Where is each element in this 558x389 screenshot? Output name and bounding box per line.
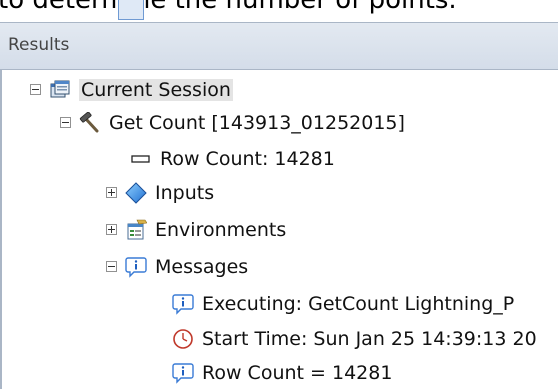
message-row-count[interactable]: Row Count = 14281 bbox=[172, 356, 392, 389]
tree-item-inputs[interactable]: Inputs bbox=[106, 176, 214, 209]
tree-item-label: Messages bbox=[155, 255, 249, 278]
panel-title: Results bbox=[8, 35, 70, 55]
tree-item-label: Inputs bbox=[155, 181, 215, 204]
results-panel-header: Results bbox=[0, 22, 558, 70]
toolbar-pressed-button[interactable] bbox=[118, 0, 144, 20]
info-message-icon bbox=[125, 256, 147, 278]
collapse-toggle[interactable] bbox=[60, 117, 71, 128]
hammer-icon bbox=[79, 111, 99, 132]
clock-icon bbox=[173, 328, 193, 349]
info-message-icon bbox=[172, 293, 194, 315]
tree-item-messages[interactable]: Messages bbox=[106, 250, 248, 283]
message-text: Row Count = 14281 bbox=[202, 361, 393, 384]
tree-item-label: Get Count [143913_01252015] bbox=[109, 111, 405, 134]
message-executing[interactable]: Executing: GetCount Lightning_P bbox=[172, 287, 514, 320]
results-tree: Current Session Get Count [143913_012520… bbox=[0, 70, 558, 389]
blue-diamond-icon bbox=[125, 181, 147, 204]
collapse-toggle[interactable] bbox=[30, 84, 41, 95]
tree-item-label: Environments bbox=[155, 218, 287, 241]
field-value-icon bbox=[131, 154, 150, 163]
tree-item-current-session[interactable]: Current Session bbox=[30, 73, 233, 106]
message-text: Executing: GetCount Lightning_P bbox=[202, 292, 515, 315]
top-cutoff-strip: to determine the number of points. bbox=[0, 0, 558, 22]
message-start-time[interactable]: Start Time: Sun Jan 25 14:39:13 20 bbox=[172, 322, 537, 355]
environment-settings-icon bbox=[127, 219, 147, 239]
tree-item-label: Current Session bbox=[79, 78, 233, 101]
expand-toggle[interactable] bbox=[106, 187, 117, 198]
tree-item-get-count[interactable]: Get Count [143913_01252015] bbox=[60, 106, 405, 139]
cutoff-document-text: to determine the number of points. bbox=[0, 0, 457, 15]
expand-toggle[interactable] bbox=[106, 224, 117, 235]
tree-item-label: Row Count: 14281 bbox=[160, 147, 335, 170]
collapse-toggle[interactable] bbox=[106, 261, 117, 272]
info-message-icon bbox=[172, 362, 194, 384]
tree-item-row-count[interactable]: Row Count: 14281 bbox=[130, 142, 335, 175]
message-text: Start Time: Sun Jan 25 14:39:13 20 bbox=[202, 327, 537, 350]
tree-item-environments[interactable]: Environments bbox=[106, 213, 286, 246]
session-window-icon bbox=[50, 80, 70, 97]
